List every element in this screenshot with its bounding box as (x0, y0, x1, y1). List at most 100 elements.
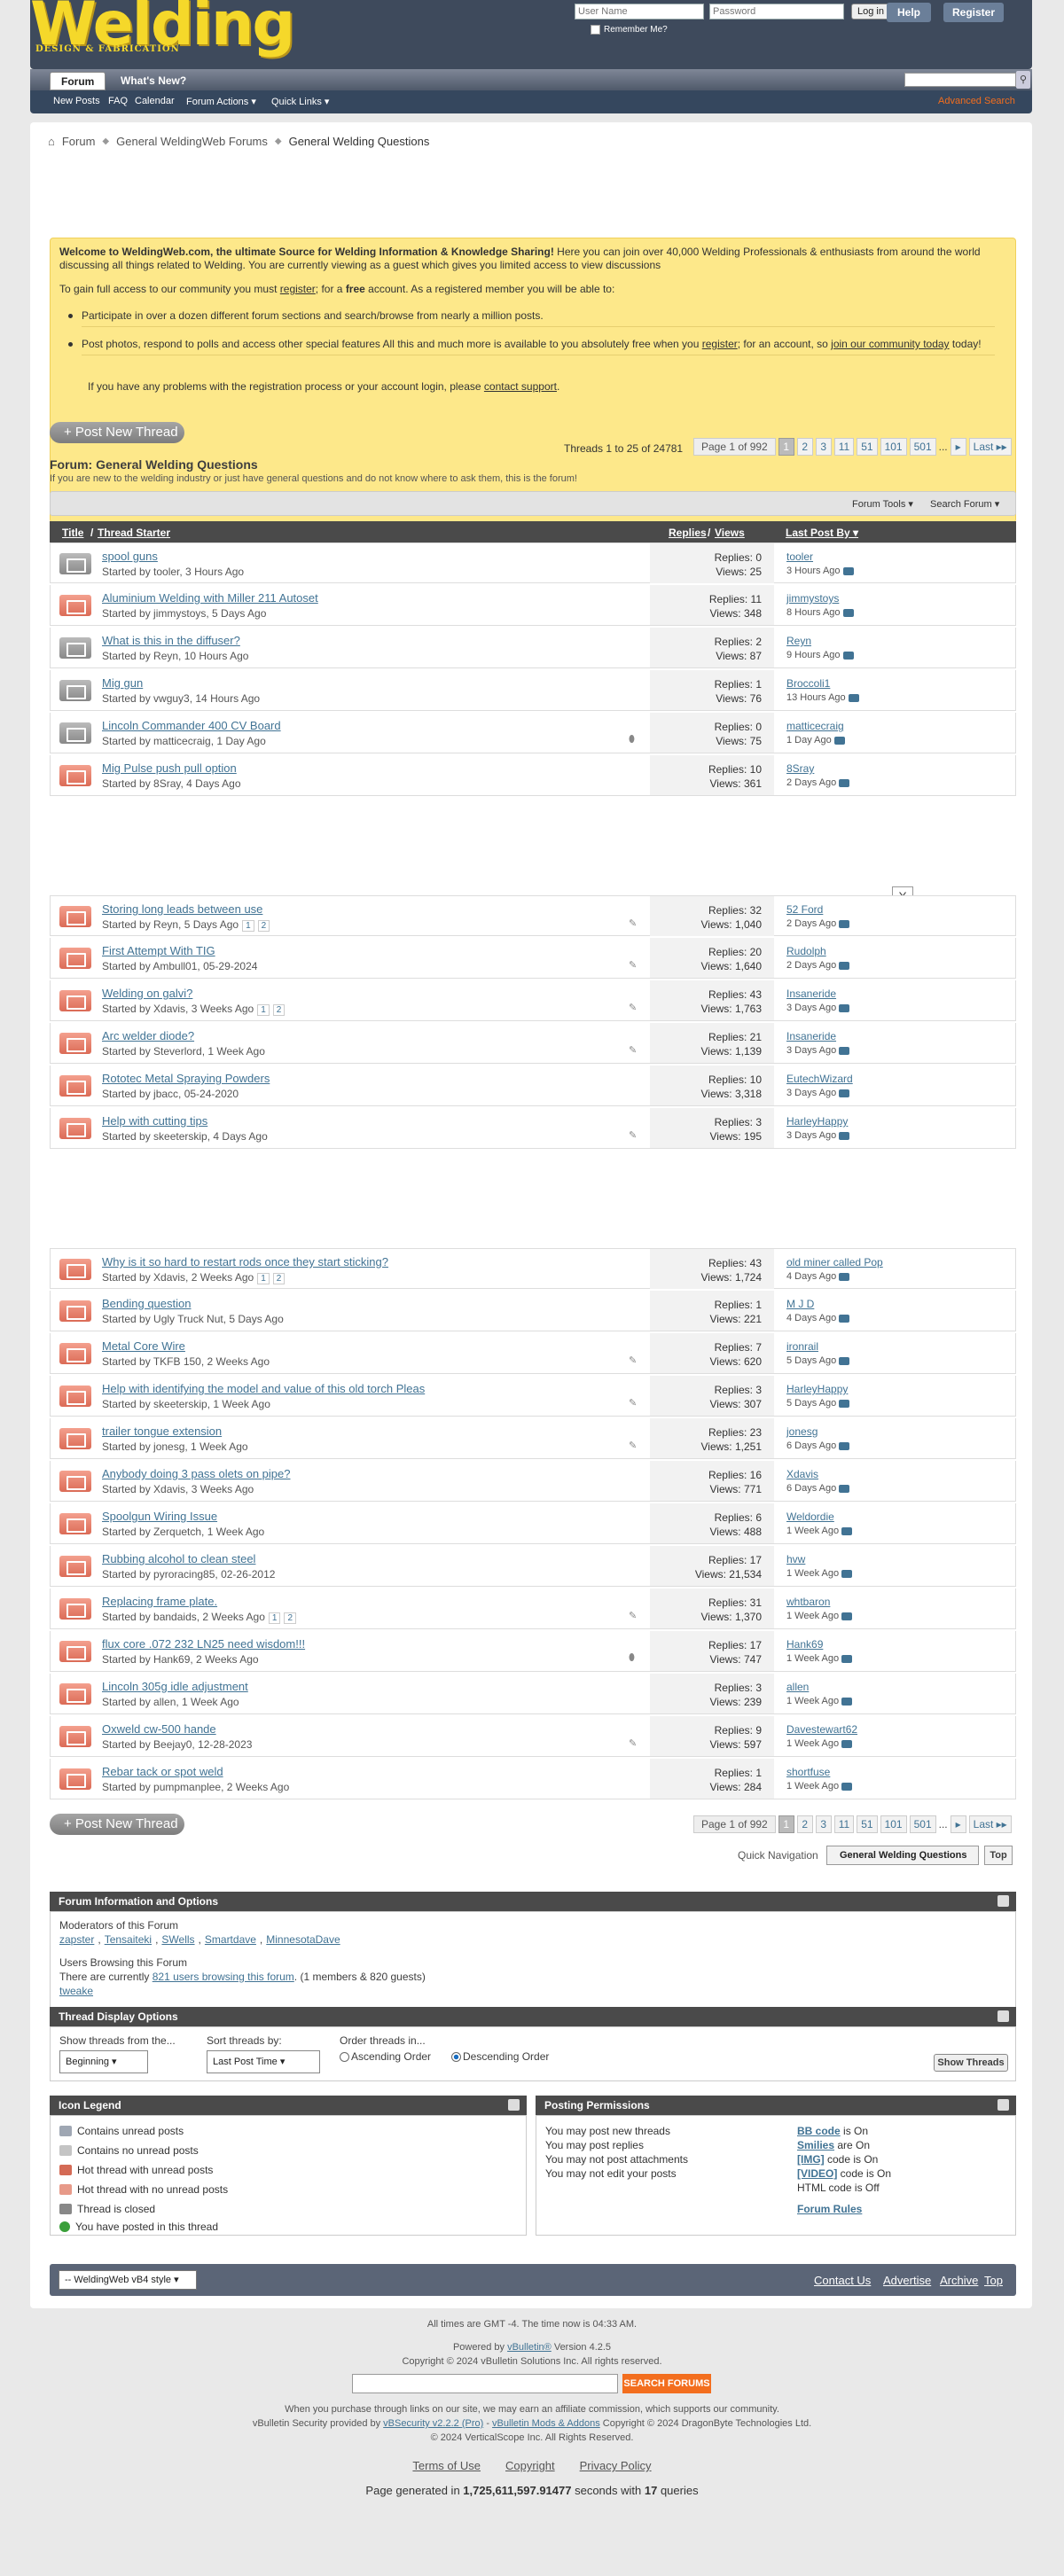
page-link[interactable]: 51 (857, 438, 878, 456)
collapse-icon[interactable] (998, 2010, 1009, 2022)
last-post-user-link[interactable]: Xdavis (786, 1468, 818, 1480)
thread-title-link[interactable]: Lincoln Commander 400 CV Board (102, 719, 281, 732)
show-threads-button[interactable]: Show Threads (934, 2054, 1008, 2072)
last-post-user-link[interactable]: jonesg (786, 1425, 818, 1438)
go-to-last-post-icon[interactable] (841, 1782, 853, 1791)
page-link[interactable]: 3 (815, 1815, 832, 1833)
home-icon[interactable]: ⌂ (48, 135, 55, 148)
thread-row[interactable]: Arc welder diode? Started by Steverlord,… (50, 1023, 1016, 1064)
thread-row[interactable]: Help with cutting tips Started by skeete… (50, 1108, 1016, 1149)
tab-whats-new[interactable]: What's New? (110, 72, 197, 90)
go-to-last-post-icon[interactable] (839, 1356, 850, 1365)
thread-page-link[interactable]: 2 (272, 1273, 286, 1284)
go-to-last-post-icon[interactable] (839, 1272, 850, 1281)
terms-link[interactable]: Terms of Use (412, 2459, 481, 2472)
moderator-link[interactable]: MinnesotaDave (266, 1933, 340, 1946)
page-link[interactable]: 11 (833, 438, 855, 456)
quick-nav-select[interactable]: General Welding Questions (826, 1846, 979, 1865)
thread-row[interactable]: Help with identifying the model and valu… (50, 1376, 1016, 1417)
nav-search-input[interactable] (904, 73, 1016, 87)
thread-row[interactable]: Bending question Started by Ugly Truck N… (50, 1291, 1016, 1331)
last-post-user-link[interactable]: EutechWizard (786, 1073, 853, 1085)
thread-page-link[interactable]: 1 (257, 1004, 270, 1016)
thread-row[interactable]: trailer tongue extension Started by jone… (50, 1418, 1016, 1459)
thread-row[interactable]: Replacing frame plate. Started by bandai… (50, 1589, 1016, 1629)
thread-title-link[interactable]: Help with cutting tips (102, 1114, 207, 1128)
last-post-user-link[interactable]: Broccoli1 (786, 677, 830, 690)
go-to-last-post-icon[interactable] (839, 1399, 850, 1408)
subnav-forum-actions[interactable]: Forum Actions ▾ (186, 96, 256, 107)
order-desc[interactable]: Descending Order (451, 2050, 549, 2063)
go-to-last-post-icon[interactable] (839, 1441, 850, 1450)
sort-title[interactable]: Title (62, 527, 83, 539)
breadcrumb-general[interactable]: General WeldingWeb Forums (116, 135, 268, 148)
breadcrumb-forum[interactable]: Forum (62, 135, 96, 148)
footer-search-input[interactable] (352, 2374, 618, 2393)
subnav-calendar[interactable]: Calendar (135, 96, 175, 106)
top-button[interactable]: Top (984, 1846, 1013, 1865)
subnav-quick-links[interactable]: Quick Links ▾ (271, 96, 329, 107)
privacy-link[interactable]: Privacy Policy (580, 2459, 652, 2472)
collapse-icon[interactable] (508, 2099, 520, 2111)
go-to-last-post-icon[interactable] (842, 566, 854, 575)
go-to-last-post-icon[interactable] (839, 1003, 850, 1012)
go-to-last-post-icon[interactable] (839, 1484, 850, 1493)
thread-title-link[interactable]: Rototec Metal Spraying Powders (102, 1072, 270, 1085)
smilies-link[interactable]: Smilies (797, 2139, 834, 2151)
next-page-button[interactable]: ▸ (950, 1815, 966, 1833)
radio-asc[interactable] (340, 2052, 349, 2063)
go-to-last-post-icon[interactable] (839, 778, 850, 787)
thread-title-link[interactable]: Mig gun (102, 676, 143, 690)
img-code-link[interactable]: [IMG] (797, 2153, 825, 2166)
thread-row[interactable]: Mig gun Started by vwguy3, 14 Hours Ago … (50, 670, 1016, 711)
vbsecurity-link[interactable]: vBSecurity v2.2.2 (Pro) (383, 2418, 483, 2429)
advanced-search-link[interactable]: Advanced Search (938, 96, 1015, 106)
thread-title-link[interactable]: Rubbing alcohol to clean steel (102, 1552, 255, 1565)
thread-row[interactable]: Spoolgun Wiring Issue Started by Zerquet… (50, 1503, 1016, 1544)
last-post-user-link[interactable]: M J D (786, 1298, 814, 1310)
thread-row[interactable]: Lincoln 305g idle adjustment Started by … (50, 1674, 1016, 1714)
page-link[interactable]: 3 (815, 438, 832, 456)
go-to-last-post-icon[interactable] (842, 651, 854, 660)
copyright-link[interactable]: Copyright (505, 2459, 555, 2472)
sort-views[interactable]: Views (715, 527, 745, 539)
go-to-last-post-icon[interactable] (839, 1131, 850, 1140)
thread-row[interactable]: Rebar tack or spot weld Started by pumpm… (50, 1759, 1016, 1799)
show-from-select[interactable]: Beginning ▾ (59, 2050, 148, 2073)
thread-row[interactable]: What is this in the diffuser? Started by… (50, 628, 1016, 668)
go-to-last-post-icon[interactable] (841, 1739, 853, 1748)
notice-register-link[interactable]: register (280, 283, 316, 295)
go-to-last-post-icon[interactable] (841, 1612, 853, 1620)
sort-last-post[interactable]: Last Post By ▾ (786, 527, 858, 539)
thread-title-link[interactable]: Mig Pulse push pull option (102, 761, 237, 775)
last-post-user-link[interactable]: shortfuse (786, 1766, 830, 1778)
thread-page-link[interactable]: 2 (272, 1004, 286, 1016)
last-post-user-link[interactable]: Hank69 (786, 1638, 823, 1651)
last-post-user-link[interactable]: matticecraig (786, 720, 844, 732)
moderator-link[interactable]: Smartdave (205, 1933, 256, 1946)
thread-row[interactable]: Welding on galvi? Started by Xdavis, 3 W… (50, 980, 1016, 1021)
radio-desc[interactable] (451, 2052, 461, 2063)
last-post-user-link[interactable]: HarleyHappy (786, 1383, 848, 1395)
remember-me[interactable]: Remember Me? (591, 25, 668, 35)
sort-by-select[interactable]: Last Post Time ▾ (207, 2050, 320, 2073)
go-to-last-post-icon[interactable] (841, 1697, 853, 1706)
page-link[interactable]: 2 (796, 438, 813, 456)
go-to-last-post-icon[interactable] (842, 608, 854, 617)
vbulletin-link[interactable]: vBulletin® (507, 2342, 552, 2353)
thread-title-link[interactable]: Rebar tack or spot weld (102, 1765, 223, 1778)
page-link[interactable]: 1 (778, 1815, 794, 1833)
last-page-button[interactable]: Last ▸▸ (968, 438, 1012, 456)
bbcode-link[interactable]: BB code (797, 2125, 841, 2137)
thread-row[interactable]: Anybody doing 3 pass olets on pipe? Star… (50, 1461, 1016, 1502)
go-to-last-post-icon[interactable] (839, 961, 850, 970)
thread-title-link[interactable]: Lincoln 305g idle adjustment (102, 1680, 248, 1693)
thread-title-link[interactable]: What is this in the diffuser? (102, 634, 240, 647)
moderator-link[interactable]: Tensaiteki (105, 1933, 152, 1946)
thread-row[interactable]: First Attempt With TIG Started by Ambull… (50, 938, 1016, 979)
page-label[interactable]: Page 1 of 992 (693, 1815, 776, 1833)
page-link[interactable]: 2 (796, 1815, 813, 1833)
register-button[interactable]: Register (943, 3, 1004, 22)
page-link[interactable]: 101 (880, 438, 907, 456)
thread-row[interactable]: Lincoln Commander 400 CV Board Started b… (50, 713, 1016, 753)
